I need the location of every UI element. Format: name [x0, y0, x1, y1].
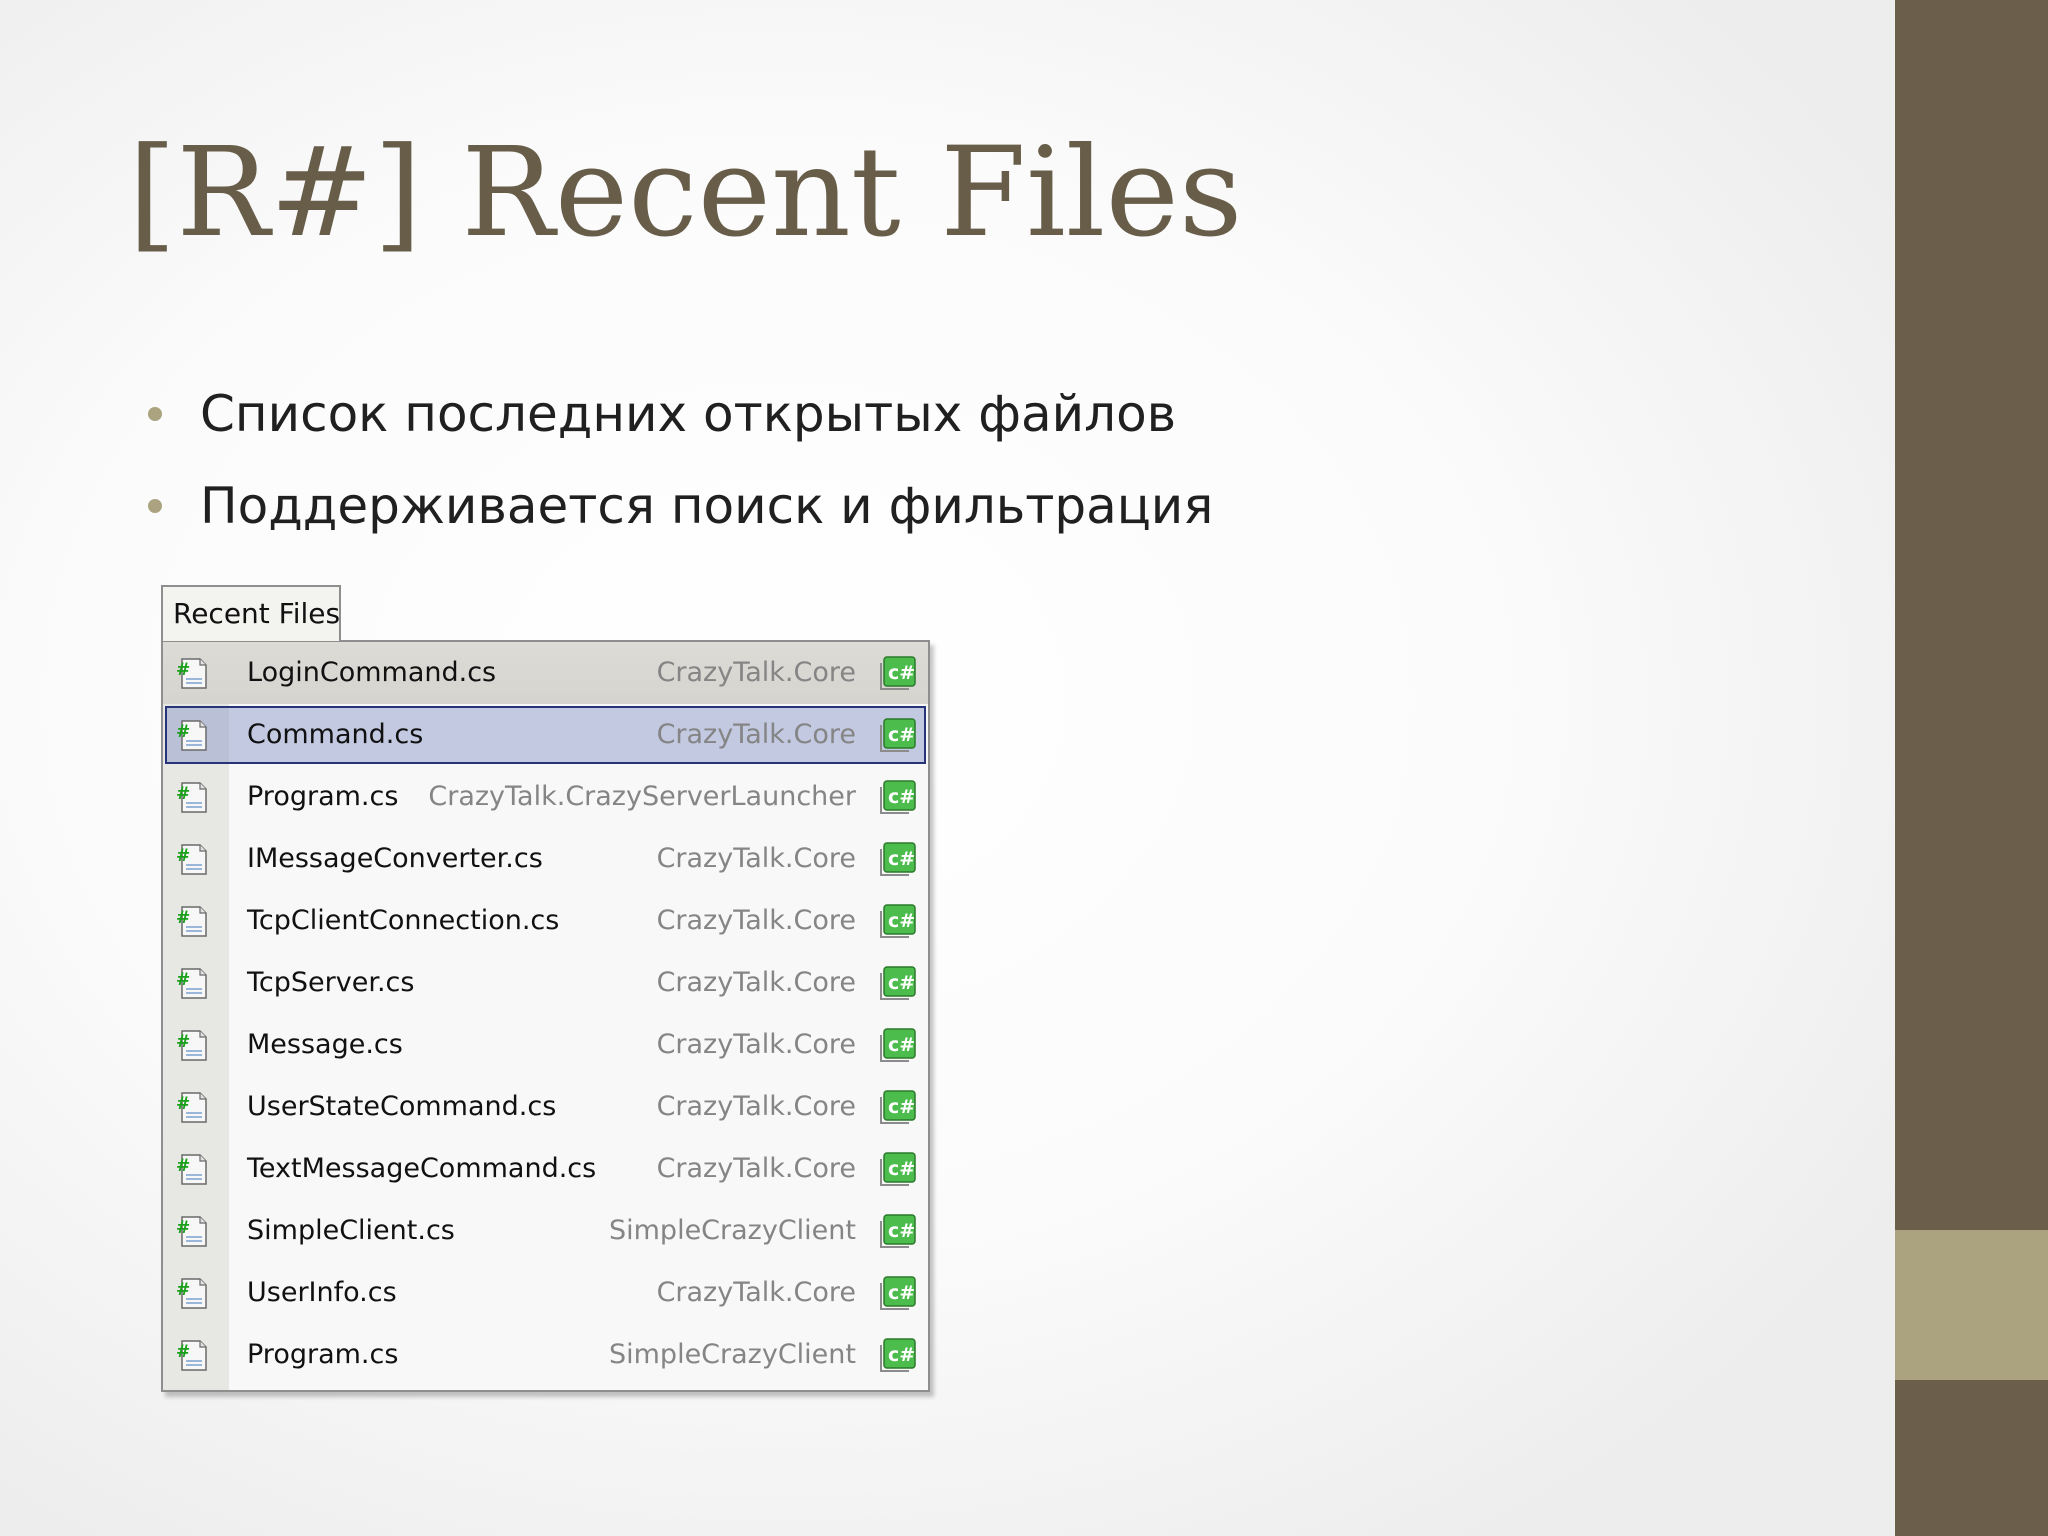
csharp-project-icon: [878, 902, 918, 940]
csharp-project-icon: [878, 1274, 918, 1312]
csharp-file-icon: [175, 1337, 209, 1373]
csharp-file-icon: [175, 1213, 209, 1249]
csharp-project-icon: [878, 654, 918, 692]
bullet-text: Список последних открытых файлов: [200, 385, 1177, 443]
project-name: CrazyTalk.Core: [656, 1091, 856, 1122]
slide-side-accent: [1895, 1230, 2048, 1380]
bullet-item: Поддерживается поиск и фильтрация: [148, 460, 1213, 552]
recent-file-row[interactable]: Message.cs CrazyTalk.Core: [163, 1014, 928, 1076]
file-name: Program.cs: [247, 1339, 399, 1370]
csharp-file-icon: [175, 717, 209, 753]
csharp-project-icon: [878, 964, 918, 1002]
file-name: Message.cs: [247, 1029, 403, 1060]
csharp-project-icon: [878, 1026, 918, 1064]
recent-file-row[interactable]: TextMessageCommand.cs CrazyTalk.Core: [163, 1138, 928, 1200]
project-name: CrazyTalk.Core: [656, 1153, 856, 1184]
csharp-file-icon: [175, 1275, 209, 1311]
slide-title: [R#] Recent Files: [128, 121, 1243, 265]
file-name: UserInfo.cs: [247, 1277, 397, 1308]
file-name: LoginCommand.cs: [247, 657, 497, 688]
recent-file-row[interactable]: SimpleClient.cs SimpleCrazyClient: [163, 1200, 928, 1262]
file-name: IMessageConverter.cs: [247, 843, 543, 874]
bullet-dot-icon: [148, 407, 162, 421]
recent-files-list: LoginCommand.cs CrazyTalk.Core Command.cs C…: [163, 642, 928, 1386]
csharp-project-icon: [878, 1212, 918, 1250]
recent-file-row[interactable]: LoginCommand.cs CrazyTalk.Core: [163, 642, 928, 704]
recent-file-row[interactable]: UserInfo.cs CrazyTalk.Core: [163, 1262, 928, 1324]
bullet-item: Список последних открытых файлов: [148, 368, 1213, 460]
project-name: CrazyTalk.Core: [656, 719, 856, 750]
csharp-file-icon: [175, 841, 209, 877]
csharp-file-icon: [175, 655, 209, 691]
bullet-list: Список последних открытых файлов Поддерж…: [148, 368, 1213, 552]
recent-file-row[interactable]: Program.cs CrazyTalk.CrazyServerLauncher: [163, 766, 928, 828]
csharp-file-icon: [175, 1151, 209, 1187]
file-name: SimpleClient.cs: [247, 1215, 455, 1246]
file-name: UserStateCommand.cs: [247, 1091, 557, 1122]
file-name: TextMessageCommand.cs: [247, 1153, 597, 1184]
csharp-project-icon: [878, 778, 918, 816]
project-name: CrazyTalk.Core: [656, 1277, 856, 1308]
csharp-file-icon: [175, 965, 209, 1001]
recent-file-row[interactable]: Command.cs CrazyTalk.Core: [163, 704, 928, 766]
project-name: CrazyTalk.Core: [656, 657, 856, 688]
file-name: Command.cs: [247, 719, 424, 750]
csharp-project-icon: [878, 1336, 918, 1374]
csharp-project-icon: [878, 1088, 918, 1126]
csharp-file-icon: [175, 903, 209, 939]
csharp-project-icon: [878, 840, 918, 878]
recent-file-row[interactable]: UserStateCommand.cs CrazyTalk.Core: [163, 1076, 928, 1138]
file-name: TcpClientConnection.cs: [247, 905, 560, 936]
csharp-file-icon: [175, 1027, 209, 1063]
recent-files-popup-title: Recent Files: [161, 585, 341, 641]
project-name: CrazyTalk.Core: [656, 1029, 856, 1060]
csharp-file-icon: [175, 779, 209, 815]
recent-files-popup: LoginCommand.cs CrazyTalk.Core Command.cs C…: [161, 640, 930, 1392]
csharp-project-icon: [878, 1150, 918, 1188]
bullet-dot-icon: [148, 499, 162, 513]
recent-file-row[interactable]: TcpClientConnection.cs CrazyTalk.Core: [163, 890, 928, 952]
file-name: Program.cs: [247, 781, 399, 812]
project-name: CrazyTalk.CrazyServerLauncher: [428, 781, 856, 812]
recent-file-row[interactable]: Program.cs SimpleCrazyClient: [163, 1324, 928, 1386]
project-name: SimpleCrazyClient: [608, 1339, 856, 1370]
recent-file-row[interactable]: TcpServer.cs CrazyTalk.Core: [163, 952, 928, 1014]
recent-file-row[interactable]: IMessageConverter.cs CrazyTalk.Core: [163, 828, 928, 890]
project-name: CrazyTalk.Core: [656, 905, 856, 936]
project-name: CrazyTalk.Core: [656, 843, 856, 874]
project-name: CrazyTalk.Core: [656, 967, 856, 998]
project-name: SimpleCrazyClient: [608, 1215, 856, 1246]
csharp-project-icon: [878, 716, 918, 754]
file-name: TcpServer.cs: [247, 967, 415, 998]
csharp-file-icon: [175, 1089, 209, 1125]
bullet-text: Поддерживается поиск и фильтрация: [200, 477, 1214, 535]
